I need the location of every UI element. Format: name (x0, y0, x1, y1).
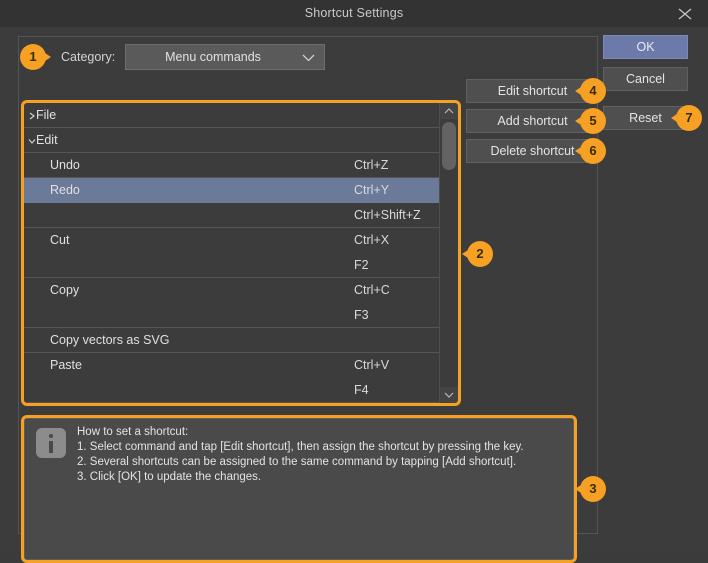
row-shortcut-key: F4 (354, 383, 369, 397)
callout-badge-3: 3 (575, 476, 606, 502)
table-row[interactable]: F2 (24, 253, 439, 278)
info-text-line: 3. Click [OK] to update the changes. (77, 471, 262, 483)
close-icon[interactable] (662, 0, 708, 27)
row-command-name: Copy vectors as SVG (50, 333, 170, 347)
row-shortcut-key: Ctrl+C (354, 283, 390, 297)
chevron-down-icon (444, 392, 454, 398)
chevron-down-icon (302, 54, 315, 62)
callout-badge-2: 2 (462, 241, 493, 267)
shortcut-list[interactable]: File Edit Undo Ctrl+Z Redo Ctrl+Y Ctrl+Shift+Z… (21, 100, 461, 406)
table-row[interactable]: F3 (24, 303, 439, 328)
scroll-down-button[interactable] (440, 387, 458, 403)
category-dropdown[interactable]: Menu commands (125, 44, 325, 70)
row-command-name: Cut (50, 233, 70, 247)
row-command-name: Paste (50, 358, 82, 372)
chevron-right-icon[interactable] (28, 112, 36, 120)
table-row[interactable]: Ctrl+Shift+Z (24, 203, 439, 228)
callout-badge-1: 1 (20, 44, 51, 70)
callout-badge-4: 4 (575, 78, 606, 104)
shortcut-list-rows[interactable]: File Edit Undo Ctrl+Z Redo Ctrl+Y Ctrl+Shift+Z… (24, 103, 439, 403)
table-row[interactable]: Edit (24, 128, 439, 153)
callout-badge-6: 6 (575, 138, 606, 164)
row-shortcut-key: Ctrl+Y (354, 183, 390, 197)
category-selected-value: Menu commands (165, 50, 261, 64)
row-shortcut-key: Ctrl+X (354, 233, 390, 247)
info-text-line: 1. Select command and tap [Edit shortcut… (77, 441, 524, 453)
row-shortcut-key: Ctrl+V (354, 358, 390, 372)
table-row[interactable]: File (24, 103, 439, 128)
info-text-line: How to set a shortcut: (77, 426, 189, 438)
info-box: How to set a shortcut: 1. Select command … (21, 415, 577, 563)
callout-badge-5: 5 (575, 108, 606, 134)
category-label: Category: (61, 50, 116, 64)
window-title: Shortcut Settings (304, 6, 404, 20)
table-row[interactable]: Redo Ctrl+Y (24, 178, 439, 203)
row-shortcut-key: F2 (354, 258, 369, 272)
table-row[interactable]: Paste Ctrl+V (24, 353, 439, 378)
table-row[interactable]: Cut Ctrl+X (24, 228, 439, 253)
cancel-button[interactable]: Cancel (603, 67, 688, 91)
row-command-name: File (36, 108, 57, 122)
table-row[interactable]: Undo Ctrl+Z (24, 153, 439, 178)
row-command-name: Edit (36, 133, 58, 147)
chevron-up-icon (444, 108, 454, 114)
dialog-body: Category: Menu commands File Edit Undo Ctrl… (0, 27, 708, 563)
row-command-name: Redo (50, 183, 80, 197)
titlebar: Shortcut Settings (0, 0, 708, 27)
scroll-up-button[interactable] (440, 103, 458, 119)
row-command-name: Copy (50, 283, 80, 297)
row-shortcut-key: Ctrl+Z (354, 158, 389, 172)
row-command-name: Undo (50, 158, 80, 172)
info-icon (36, 428, 66, 458)
shortcut-list-scrollbar[interactable] (439, 103, 458, 403)
chevron-down-icon[interactable] (28, 137, 36, 145)
table-row[interactable]: F4 (24, 378, 439, 403)
close-glyph (678, 8, 692, 20)
info-text: How to set a shortcut: 1. Select command … (77, 425, 565, 485)
ok-button[interactable]: OK (603, 35, 688, 59)
shortcut-settings-dialog: Shortcut Settings Category: Menu command… (0, 0, 708, 563)
info-text-line: 2. Several shortcuts can be assigned to … (77, 456, 517, 468)
row-shortcut-key: Ctrl+Shift+Z (354, 208, 421, 222)
table-row[interactable]: Copy vectors as SVG (24, 328, 439, 353)
info-box-inner: How to set a shortcut: 1. Select command … (24, 418, 574, 560)
callout-badge-7: 7 (671, 105, 702, 131)
row-shortcut-key: F3 (354, 308, 369, 322)
scrollbar-thumb[interactable] (442, 122, 456, 170)
table-row[interactable]: Copy Ctrl+C (24, 278, 439, 303)
